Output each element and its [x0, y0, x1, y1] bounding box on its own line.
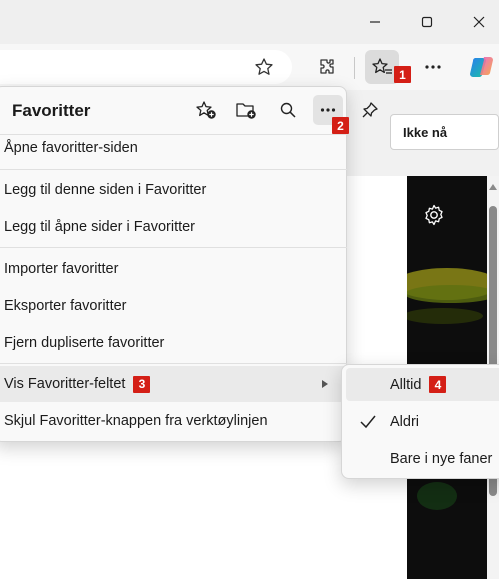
minimize-button[interactable]	[352, 6, 398, 38]
minimize-icon	[370, 21, 380, 23]
menu-item-label: Vis Favoritter-feltet	[4, 376, 126, 392]
submenu-item-label: Alltid	[390, 376, 422, 393]
address-bar[interactable]	[0, 50, 292, 84]
submenu-item-label: Bare i nye faner	[390, 450, 493, 467]
maximize-button[interactable]	[404, 6, 450, 38]
add-favorite-button[interactable]	[247, 50, 281, 84]
search-favorites-button[interactable]	[273, 95, 303, 125]
submenu-only-new-tabs[interactable]: Bare i nye faner	[346, 442, 499, 475]
menu-item-label: Eksporter favoritter	[4, 298, 127, 314]
maximize-icon	[421, 16, 433, 28]
badge-3: 3	[133, 375, 151, 393]
menu-hide-favorites-button[interactable]: Skjul Favoritter-knappen fra verktøylinj…	[0, 403, 347, 439]
menu-remove-duplicates[interactable]: Fjern dupliserte favoritter	[0, 325, 347, 361]
menu-item-label: Skjul Favoritter-knappen fra verktøylinj…	[4, 413, 268, 429]
favorites-panel: Favoritter 2 Åpne favoritter-siden Legg …	[0, 86, 378, 442]
favorites-bar-submenu: Alltid 4 Aldri Bare i nye faner	[341, 364, 499, 479]
chevron-right-icon	[322, 380, 328, 388]
menu-separator	[0, 247, 347, 248]
menu-add-open-pages[interactable]: Legg til åpne sider i Favoritter	[0, 209, 347, 245]
panel-title: Favoritter	[12, 101, 91, 120]
title-bar	[0, 0, 499, 44]
menu-item-label: Legg til åpne sider i Favoritter	[4, 219, 196, 235]
scroll-up-arrow-icon[interactable]	[489, 184, 497, 190]
not-now-button[interactable]: Ikke nå	[390, 114, 499, 150]
favorites-icon	[372, 58, 392, 74]
menu-item-label: Importer favoritter	[4, 261, 119, 277]
badge-4: 4	[429, 376, 447, 393]
star-outline-icon	[255, 58, 273, 75]
add-favorite-header-button[interactable]	[191, 95, 221, 125]
more-options-icon	[320, 108, 336, 112]
more-icon	[425, 65, 441, 69]
menu-item-label: Åpne favoritter-siden	[4, 140, 138, 156]
gear-icon[interactable]	[423, 204, 445, 226]
menu-export-favorites[interactable]: Eksporter favoritter	[0, 288, 347, 324]
checkmark-icon	[360, 415, 376, 429]
badge-1: 1	[394, 66, 411, 83]
menu-add-this-page[interactable]: Legg til denne siden i Favoritter	[0, 172, 347, 208]
extensions-icon	[320, 59, 334, 74]
toolbar-divider	[354, 57, 355, 79]
menu-item-label: Legg til denne siden i Favoritter	[4, 182, 207, 198]
close-icon	[473, 16, 485, 28]
menu-item-label: Fjern dupliserte favoritter	[4, 335, 165, 351]
copilot-icon	[470, 57, 493, 78]
add-folder-button[interactable]	[231, 95, 261, 125]
menu-import-favorites[interactable]: Importer favoritter	[0, 251, 347, 287]
submenu-item-label: Aldri	[390, 413, 420, 430]
extensions-button[interactable]	[310, 50, 344, 84]
menu-separator	[0, 169, 347, 170]
add-favorite-icon	[196, 101, 216, 119]
submenu-always[interactable]: Alltid 4	[346, 368, 499, 401]
settings-more-button[interactable]	[416, 50, 450, 84]
pin-panel-button[interactable]	[355, 95, 385, 125]
menu-separator	[0, 363, 347, 364]
menu-show-favorites-bar[interactable]: Vis Favoritter-feltet 3	[0, 366, 347, 402]
add-folder-icon	[236, 103, 256, 119]
search-icon	[280, 102, 296, 118]
pin-icon	[362, 102, 378, 118]
submenu-never[interactable]: Aldri	[346, 405, 499, 438]
close-window-button[interactable]	[456, 6, 499, 38]
menu-open-favorites-page[interactable]: Åpne favoritter-siden	[0, 130, 347, 166]
copilot-button[interactable]	[465, 50, 499, 84]
